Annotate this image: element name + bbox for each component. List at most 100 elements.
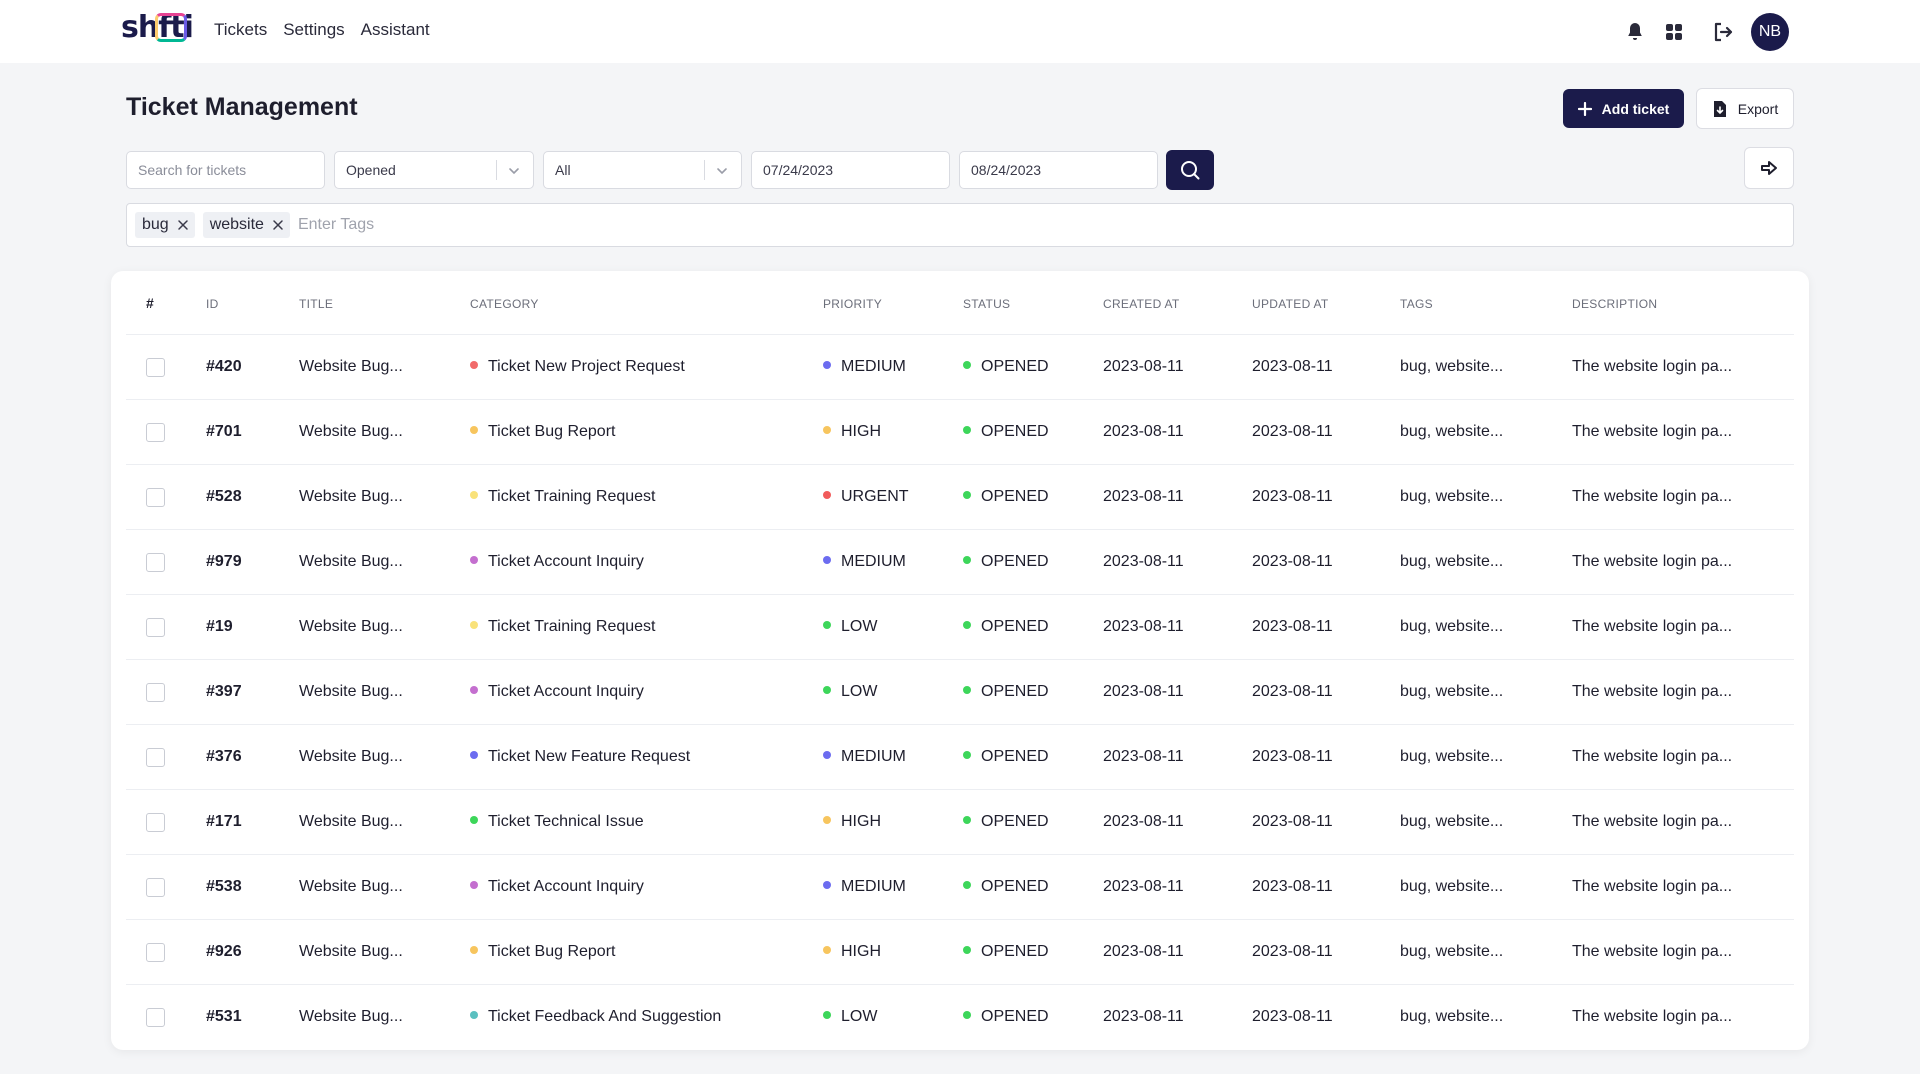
ticket-priority: URGENT [823,488,909,506]
ticket-id[interactable]: #538 [206,878,242,896]
ticket-id[interactable]: #926 [206,943,242,961]
created-at: 2023-08-11 [1103,1008,1184,1025]
ticket-title: Website Bug... [299,618,403,635]
column-header[interactable]: PRIORITY [823,297,882,311]
ticket-priority: LOW [823,683,877,701]
row-checkbox[interactable] [146,358,165,377]
row-checkbox[interactable] [146,488,165,507]
ticket-tags: bug, website... [1400,1008,1504,1025]
category-select[interactable]: All [543,151,742,189]
status-label: OPENED [981,488,1049,505]
bell-icon[interactable] [1623,20,1647,44]
export-button[interactable]: Export [1696,88,1794,129]
grid-icon[interactable] [1662,20,1686,44]
category-dot [470,816,478,824]
table-row[interactable]: #420 Website Bug... Ticket New Project Req… [126,335,1794,400]
close-icon[interactable] [272,219,284,231]
row-checkbox[interactable] [146,683,165,702]
created-at: 2023-08-11 [1103,553,1184,570]
row-checkbox[interactable] [146,553,165,572]
ticket-id[interactable]: #397 [206,683,242,701]
table-row[interactable]: #538 Website Bug... Ticket Account Inquiry… [126,855,1794,920]
table-row[interactable]: #701 Website Bug... Ticket Bug Report HIGH O… [126,400,1794,465]
category-dot [470,881,478,889]
status-dot [963,426,971,434]
ticket-id[interactable]: #376 [206,748,242,766]
date-from-input[interactable] [763,162,949,178]
column-header[interactable]: UPDATED AT [1252,297,1329,311]
nav-settings[interactable]: Settings [283,20,344,40]
column-header[interactable]: TAGS [1400,297,1433,311]
ticket-description: The website login pa... [1572,423,1733,440]
category-dot [470,556,478,564]
column-header[interactable]: DESCRIPTION [1572,297,1657,311]
search-input[interactable] [138,162,324,178]
priority-dot [823,556,831,564]
ticket-id[interactable]: #420 [206,358,242,376]
category-label: Ticket Training Request [488,618,656,635]
row-checkbox[interactable] [146,423,165,442]
column-header[interactable]: CREATED AT [1103,297,1180,311]
status-label: OPENED [981,358,1049,375]
row-checkbox[interactable] [146,878,165,897]
ticket-priority: MEDIUM [823,878,906,896]
category-dot [470,946,478,954]
column-header[interactable]: STATUS [963,297,1010,311]
ticket-status: OPENED [963,683,1049,701]
ticket-category: Ticket Training Request [470,488,655,506]
status-label: OPENED [981,878,1049,895]
nav-assistant[interactable]: Assistant [361,20,430,40]
search-button[interactable] [1166,150,1214,190]
table-row[interactable]: #531 Website Bug... Ticket Feedback And Su… [126,985,1794,1050]
ticket-description: The website login pa... [1572,618,1733,635]
date-from-field [751,151,950,189]
ticket-tags: bug, website... [1400,553,1504,570]
category-dot [470,621,478,629]
ticket-id[interactable]: #531 [206,1008,242,1026]
ticket-status: OPENED [963,943,1049,961]
row-checkbox[interactable] [146,618,165,637]
table-row[interactable]: #926 Website Bug... Ticket Bug Report HIGH O… [126,920,1794,985]
logout-icon[interactable] [1711,20,1735,44]
ticket-id[interactable]: #979 [206,553,242,571]
row-checkbox[interactable] [146,943,165,962]
status-select[interactable]: Opened [334,151,534,189]
add-ticket-button[interactable]: Add ticket [1563,89,1684,128]
tags-input[interactable] [297,216,698,234]
column-header[interactable]: CATEGORY [470,297,539,311]
table-row[interactable]: #171 Website Bug... Ticket Technical Issue… [126,790,1794,855]
table-row[interactable]: #397 Website Bug... Ticket Account Inquiry… [126,660,1794,725]
ticket-category: Ticket Account Inquiry [470,683,644,701]
category-label: Ticket New Feature Request [488,748,691,765]
ticket-priority: MEDIUM [823,358,906,376]
file-export-icon [1713,100,1726,117]
nav-tickets[interactable]: Tickets [214,20,267,40]
row-checkbox[interactable] [146,748,165,767]
ticket-id[interactable]: #528 [206,488,242,506]
ticket-id[interactable]: #701 [206,423,242,441]
apply-filters-button[interactable] [1744,147,1794,189]
column-header[interactable]: ID [206,297,219,311]
close-icon[interactable] [177,219,189,231]
ticket-status: OPENED [963,488,1049,506]
ticket-title: Website Bug... [299,423,403,440]
ticket-id[interactable]: #171 [206,813,242,831]
app-logo[interactable]: shfti [121,10,194,50]
ticket-status: OPENED [963,358,1049,376]
category-label: Ticket Training Request [488,488,656,505]
table-row[interactable]: #528 Website Bug... Ticket Training Reques… [126,465,1794,530]
table-row[interactable]: #979 Website Bug... Ticket Account Inquiry… [126,530,1794,595]
ticket-category: Ticket Bug Report [470,943,615,961]
status-label: OPENED [981,618,1049,635]
status-select-value: Opened [346,162,396,178]
ticket-id[interactable]: #19 [206,618,233,636]
user-avatar[interactable]: NB [1751,13,1789,51]
date-to-input[interactable] [971,162,1157,178]
column-header[interactable]: TITLE [299,297,333,311]
row-checkbox[interactable] [146,1008,165,1027]
ticket-description: The website login pa... [1572,488,1733,505]
row-checkbox[interactable] [146,813,165,832]
category-label: Ticket Account Inquiry [488,683,644,700]
table-row[interactable]: #19 Website Bug... Ticket Training Request… [126,595,1794,660]
table-row[interactable]: #376 Website Bug... Ticket New Feature Req… [126,725,1794,790]
